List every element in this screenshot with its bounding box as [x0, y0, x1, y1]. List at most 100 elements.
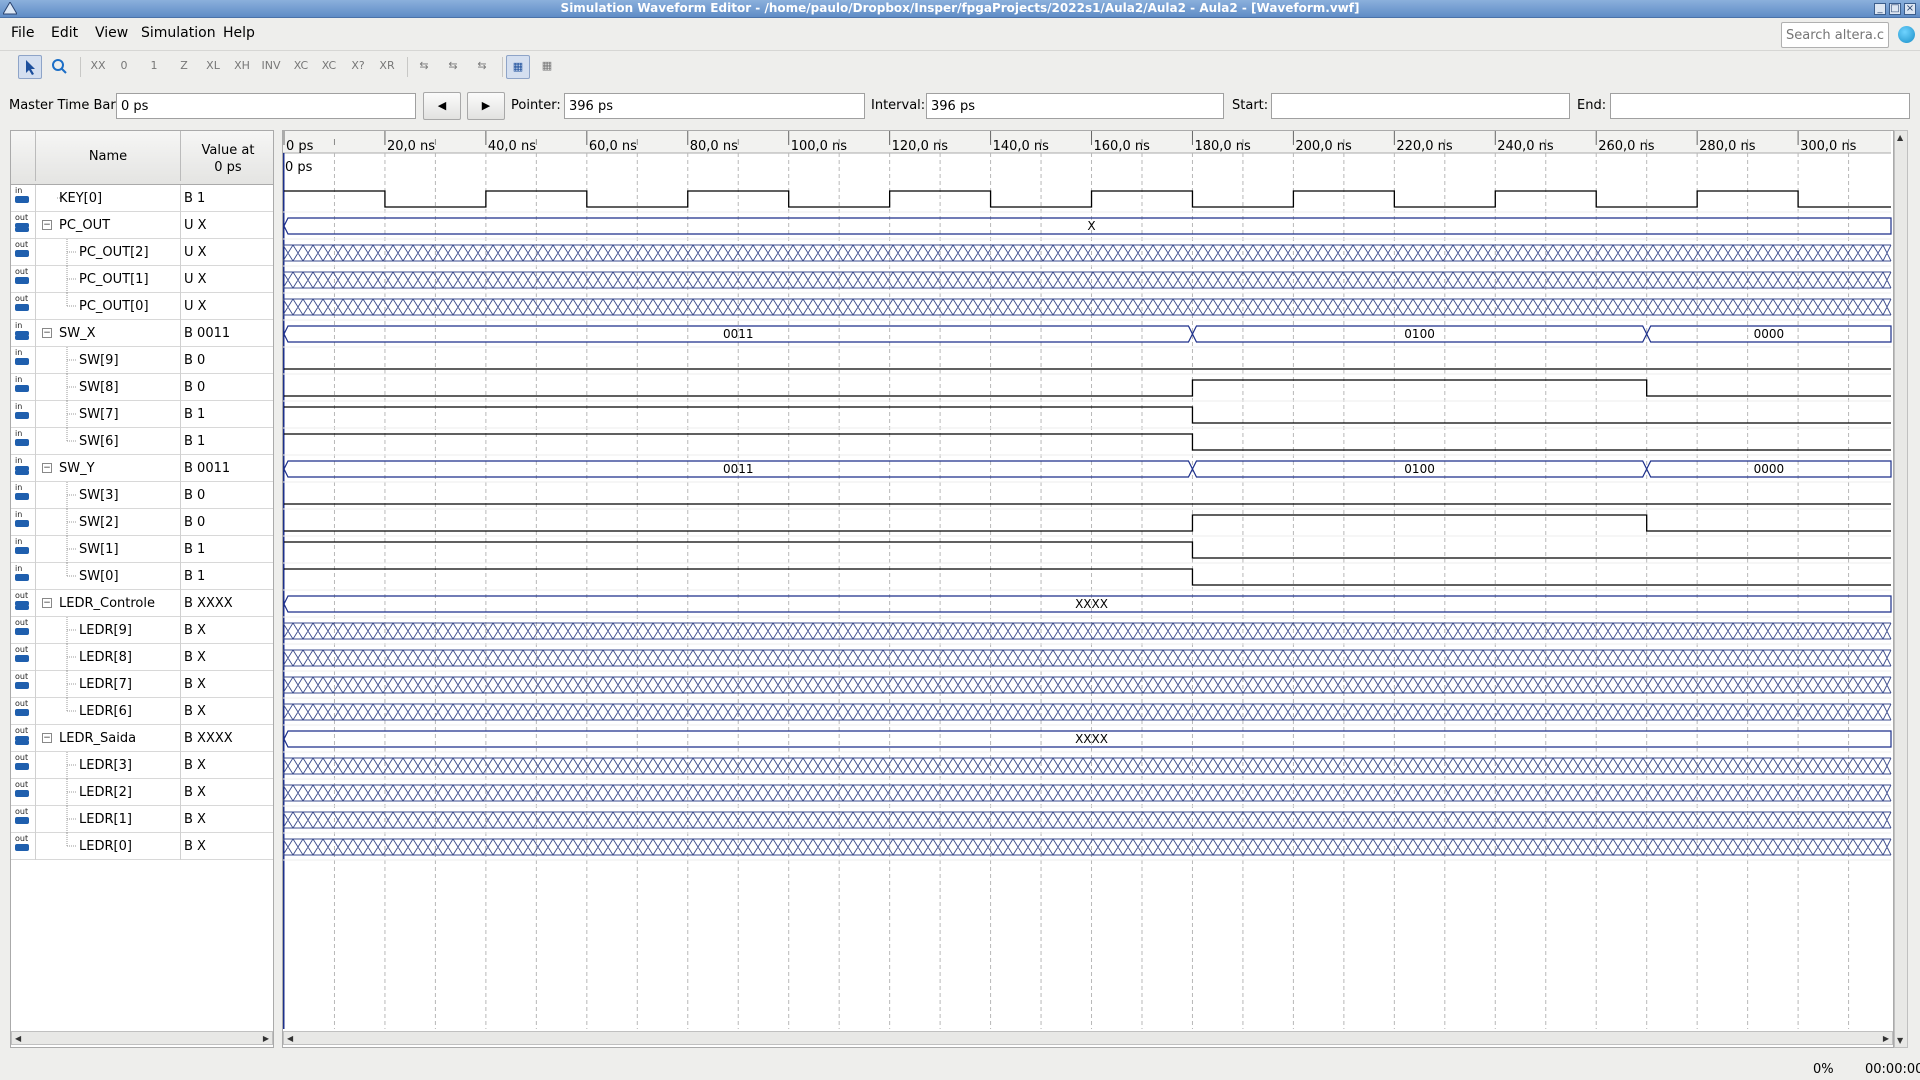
bus-value-label: 0000 — [1754, 327, 1785, 341]
signal-row[interactable]: out − LEDR_Controle B XXXX — [11, 590, 273, 617]
menu-bar: File Edit View Simulation Help — [0, 18, 1920, 48]
signal-row[interactable]: in SW[0] B 1 — [11, 563, 273, 590]
menu-edit[interactable]: Edit — [51, 25, 78, 41]
bus-value-label: XXXX — [1075, 597, 1108, 611]
signal-row[interactable]: in SW[1] B 1 — [11, 536, 273, 563]
invert-icon[interactable]: INV — [259, 55, 283, 79]
signal-row[interactable]: in SW[2] B 0 — [11, 509, 273, 536]
signal-row[interactable]: out − PC_OUT U X — [11, 212, 273, 239]
collapse-icon[interactable]: − — [42, 220, 52, 230]
zoom-tool-icon[interactable] — [47, 55, 71, 79]
globe-icon[interactable] — [1898, 26, 1915, 43]
collapse-icon[interactable]: − — [42, 463, 52, 473]
signal-waveform — [284, 514, 1891, 532]
output-pin-icon: out — [11, 725, 35, 751]
count-value-icon[interactable]: XC — [289, 55, 313, 79]
pin-direction-label: in — [15, 537, 23, 546]
signal-waveform — [284, 433, 1891, 451]
signal-row[interactable]: out LEDR[8] B X — [11, 644, 273, 671]
signal-row[interactable]: out LEDR[2] B X — [11, 779, 273, 806]
bus-value-label: 0100 — [1404, 462, 1435, 476]
column-divider — [180, 455, 181, 482]
scroll-left-icon[interactable]: ◀ — [15, 1034, 21, 1043]
close-icon[interactable]: × — [1904, 3, 1916, 15]
value-column-header[interactable]: Value at 0 ps — [183, 142, 273, 176]
pin-arrow-icon — [15, 385, 29, 392]
signal-name: PC_OUT[1] — [79, 272, 149, 287]
master-time-bar-label: Master Time Bar: — [9, 98, 120, 113]
menu-view[interactable]: View — [95, 25, 128, 41]
scroll-right-icon[interactable]: ▶ — [263, 1034, 269, 1043]
waveform-canvas[interactable]: 0 ps 20,0 ns 40,0 ns 60,0 ns 80,0 ns 100,0 ns… — [283, 131, 1893, 1029]
scroll-right-icon[interactable]: ▶ — [1883, 1034, 1889, 1043]
grid-toggle-icon[interactable]: ▦ — [506, 55, 530, 79]
menu-file[interactable]: File — [11, 25, 34, 41]
pin-direction-label: in — [15, 564, 23, 573]
scroll-down-icon[interactable]: ▼ — [1897, 1036, 1903, 1045]
signal-row[interactable]: out LEDR[6] B X — [11, 698, 273, 725]
forcing-value-icon[interactable]: XR — [375, 55, 399, 79]
waveform-hscrollbar[interactable]: ◀ ▶ — [283, 1031, 1893, 1045]
collapse-icon[interactable]: − — [42, 733, 52, 743]
signal-row[interactable]: in SW[9] B 0 — [11, 347, 273, 374]
signal-row[interactable]: out LEDR[7] B X — [11, 671, 273, 698]
signal-row[interactable]: in KEY[0] B 1 — [11, 185, 273, 212]
clock-value-icon[interactable]: XC — [317, 55, 341, 79]
input-pin-icon: in — [11, 374, 35, 400]
title-bar: Simulation Waveform Editor - /home/paulo… — [0, 0, 1920, 18]
signal-row[interactable]: out − LEDR_Saida B XXXX — [11, 725, 273, 752]
signal-row[interactable]: in SW[7] B 1 — [11, 401, 273, 428]
pointer-tool-icon[interactable] — [18, 55, 42, 79]
signal-row[interactable]: in SW[3] B 0 — [11, 482, 273, 509]
signal-row[interactable]: out PC_OUT[2] U X — [11, 239, 273, 266]
signal-row[interactable]: out LEDR[1] B X — [11, 806, 273, 833]
waveform-vscrollbar[interactable]: ▲ ▼ — [1894, 130, 1908, 1048]
column-divider — [180, 752, 181, 779]
signal-row[interactable]: out PC_OUT[0] U X — [11, 293, 273, 320]
search-input[interactable] — [1781, 22, 1889, 48]
weak-low-icon[interactable]: XL — [201, 55, 225, 79]
signal-row[interactable]: in SW[6] B 1 — [11, 428, 273, 455]
next-transition-button[interactable]: ▶ — [467, 92, 505, 120]
signal-row[interactable]: out LEDR[0] B X — [11, 833, 273, 860]
waveform-panel[interactable]: 0 ps 20,0 ns 40,0 ns 60,0 ns 80,0 ns 100,0 ns… — [282, 130, 1894, 1048]
pin-direction-label: out — [15, 834, 29, 843]
signal-waveform — [284, 568, 1891, 586]
signal-row[interactable]: out LEDR[3] B X — [11, 752, 273, 779]
master-time-bar-field[interactable]: 0 ps — [116, 93, 416, 119]
scroll-left-icon[interactable]: ◀ — [287, 1034, 293, 1043]
one-value-icon[interactable]: 1 — [142, 55, 166, 79]
sim-functional-icon[interactable]: ⇆ — [412, 55, 436, 79]
waveform-settings-icon[interactable]: ▦ — [535, 55, 559, 79]
unknown-value-waveform — [283, 298, 1892, 316]
zero-value-icon[interactable]: 0 — [112, 55, 136, 79]
pin-direction-label: out — [15, 645, 29, 654]
x-value-icon[interactable]: ⅩⅩ — [86, 55, 110, 79]
maximize-icon[interactable]: □ — [1889, 3, 1901, 15]
random-value-icon[interactable]: X? — [346, 55, 370, 79]
column-divider — [180, 806, 181, 833]
signal-name: SW[6] — [79, 434, 119, 449]
z-value-icon[interactable]: Z — [172, 55, 196, 79]
column-divider — [180, 671, 181, 698]
collapse-icon[interactable]: − — [42, 598, 52, 608]
signal-row[interactable]: in SW[8] B 0 — [11, 374, 273, 401]
menu-help[interactable]: Help — [223, 25, 255, 41]
name-panel-hscrollbar[interactable]: ◀ ▶ — [11, 1031, 273, 1045]
signal-row[interactable]: out LEDR[9] B X — [11, 617, 273, 644]
sim-timing-icon[interactable]: ⇆ — [441, 55, 465, 79]
menu-simulation[interactable]: Simulation — [141, 25, 216, 41]
pin-direction-label: out — [15, 807, 29, 816]
input-pin-icon: in — [11, 509, 35, 535]
name-column-header[interactable]: Name — [36, 149, 180, 164]
collapse-icon[interactable]: − — [42, 328, 52, 338]
prev-transition-button[interactable]: ◀ — [423, 92, 461, 120]
signal-row[interactable]: in − SW_Y B 0011 — [11, 455, 273, 482]
weak-high-icon[interactable]: XH — [230, 55, 254, 79]
signal-row[interactable]: in − SW_X B 0011 — [11, 320, 273, 347]
minimize-icon[interactable]: _ — [1874, 3, 1886, 15]
signal-row[interactable]: out PC_OUT[1] U X — [11, 266, 273, 293]
column-divider — [180, 509, 181, 536]
scroll-up-icon[interactable]: ▲ — [1897, 133, 1903, 142]
sim-netlist-icon[interactable]: ⇆ — [470, 55, 494, 79]
